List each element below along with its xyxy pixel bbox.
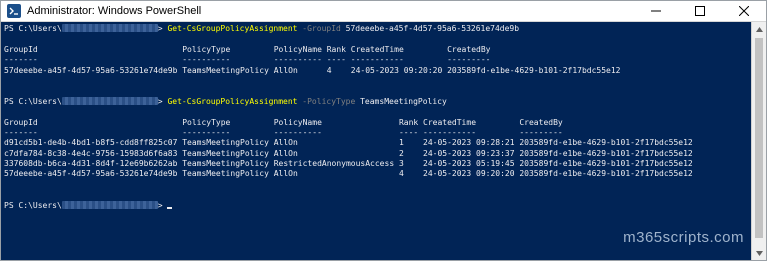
- text-cursor: [167, 206, 173, 209]
- title-bar[interactable]: Administrator: Windows PowerShell: [1, 1, 766, 22]
- scroll-down-arrow-icon[interactable]: [752, 246, 766, 260]
- table-row: d91cd5b1-de4b-4bd1-b8f5-cdd8ff825c07 Tea…: [4, 138, 749, 148]
- maximize-icon: [695, 6, 705, 16]
- table-row-text: 337608db-b6ca-4d31-8d4f-12e69b6262ab Tea…: [4, 159, 693, 169]
- parameter-value: 57deeebe-a45f-4d57-95a6-53261e74de9b: [345, 24, 520, 33]
- parameter-name: -GroupId: [297, 24, 346, 33]
- parameter-name: -PolicyType: [297, 96, 361, 106]
- table-header-text: GroupId PolicyType PolicyName Rank Creat…: [4, 44, 491, 54]
- prompt-suffix: >: [157, 96, 168, 106]
- scrollbar-thumb[interactable]: [755, 38, 763, 238]
- vertical-scrollbar[interactable]: [751, 22, 766, 260]
- prompt-prefix: PS C:\Users\: [4, 200, 62, 210]
- redacted-username: [61, 200, 158, 209]
- powershell-icon: [7, 4, 21, 18]
- table-divider: ------- ---------- ---------- ---- -----…: [4, 128, 749, 138]
- close-button[interactable]: [722, 1, 766, 21]
- table-divider-text: ------- ---------- ---------- ---- -----…: [4, 127, 563, 137]
- command-line: PS C:\Users\ > Get-CsGroupPolicyAssignmen…: [4, 96, 749, 107]
- table-row: 337608db-b6ca-4d31-8d4f-12e69b6262ab Tea…: [4, 159, 749, 169]
- command-line: PS C:\Users\ > Get-CsGroupPolicyAssignmen…: [4, 24, 749, 34]
- powershell-window: Administrator: Windows PowerShell PS C:\…: [0, 0, 767, 261]
- table-divider: ------- ---------- ---------- ---- -----…: [4, 55, 749, 65]
- table-row-text: d91cd5b1-de4b-4bd1-b8f5-cdd8ff825c07 Tea…: [4, 138, 693, 148]
- close-icon: [739, 6, 749, 16]
- prompt-suffix: >: [157, 200, 168, 210]
- prompt-suffix: >: [157, 24, 168, 33]
- prompt-prefix: PS C:\Users\: [4, 24, 62, 33]
- table-row: 57deeebe-a45f-4d57-95a6-53261e74de9b Tea…: [4, 66, 749, 76]
- redacted-username: [61, 96, 158, 105]
- table-divider-text: ------- ---------- ---------- ---- -----…: [4, 55, 491, 65]
- prompt-prefix: PS C:\Users\: [4, 96, 62, 106]
- command-line: PS C:\Users\ >: [4, 200, 749, 211]
- table-row-text: c7dfa784-8c38-4e4c-9756-15983d6f6a83 Tea…: [4, 148, 693, 158]
- parameter-value: TeamsMeetingPolicy: [360, 96, 447, 106]
- table-header-text: GroupId PolicyType PolicyName Rank Creat…: [4, 117, 563, 127]
- table-row-text: 57deeebe-a45f-4d57-95a6-53261e74de9b Tea…: [4, 169, 693, 179]
- minimize-icon: [651, 10, 661, 12]
- cmdlet-name: Get-CsGroupPolicyAssignment: [167, 96, 298, 106]
- table-header: GroupId PolicyType PolicyName Rank Creat…: [4, 45, 749, 55]
- window-title: Administrator: Windows PowerShell: [27, 5, 202, 17]
- table-row: 57deeebe-a45f-4d57-95a6-53261e74de9b Tea…: [4, 169, 749, 179]
- table-row: c7dfa784-8c38-4e4c-9756-15983d6f6a83 Tea…: [4, 149, 749, 159]
- console-output[interactable]: PS C:\Users\ > Get-CsGroupPolicyAssignmen…: [1, 22, 752, 260]
- redacted-username: [61, 24, 158, 32]
- cmdlet-name: Get-CsGroupPolicyAssignment: [167, 24, 298, 33]
- table-header: GroupId PolicyType PolicyName Rank Creat…: [4, 118, 749, 128]
- minimize-button[interactable]: [634, 1, 678, 21]
- maximize-button[interactable]: [678, 1, 722, 21]
- watermark: m365scripts.com: [623, 229, 744, 246]
- table-row-text: 57deeebe-a45f-4d57-95a6-53261e74de9b Tea…: [4, 65, 621, 75]
- window-controls: [634, 1, 766, 21]
- scroll-up-arrow-icon[interactable]: [752, 22, 766, 36]
